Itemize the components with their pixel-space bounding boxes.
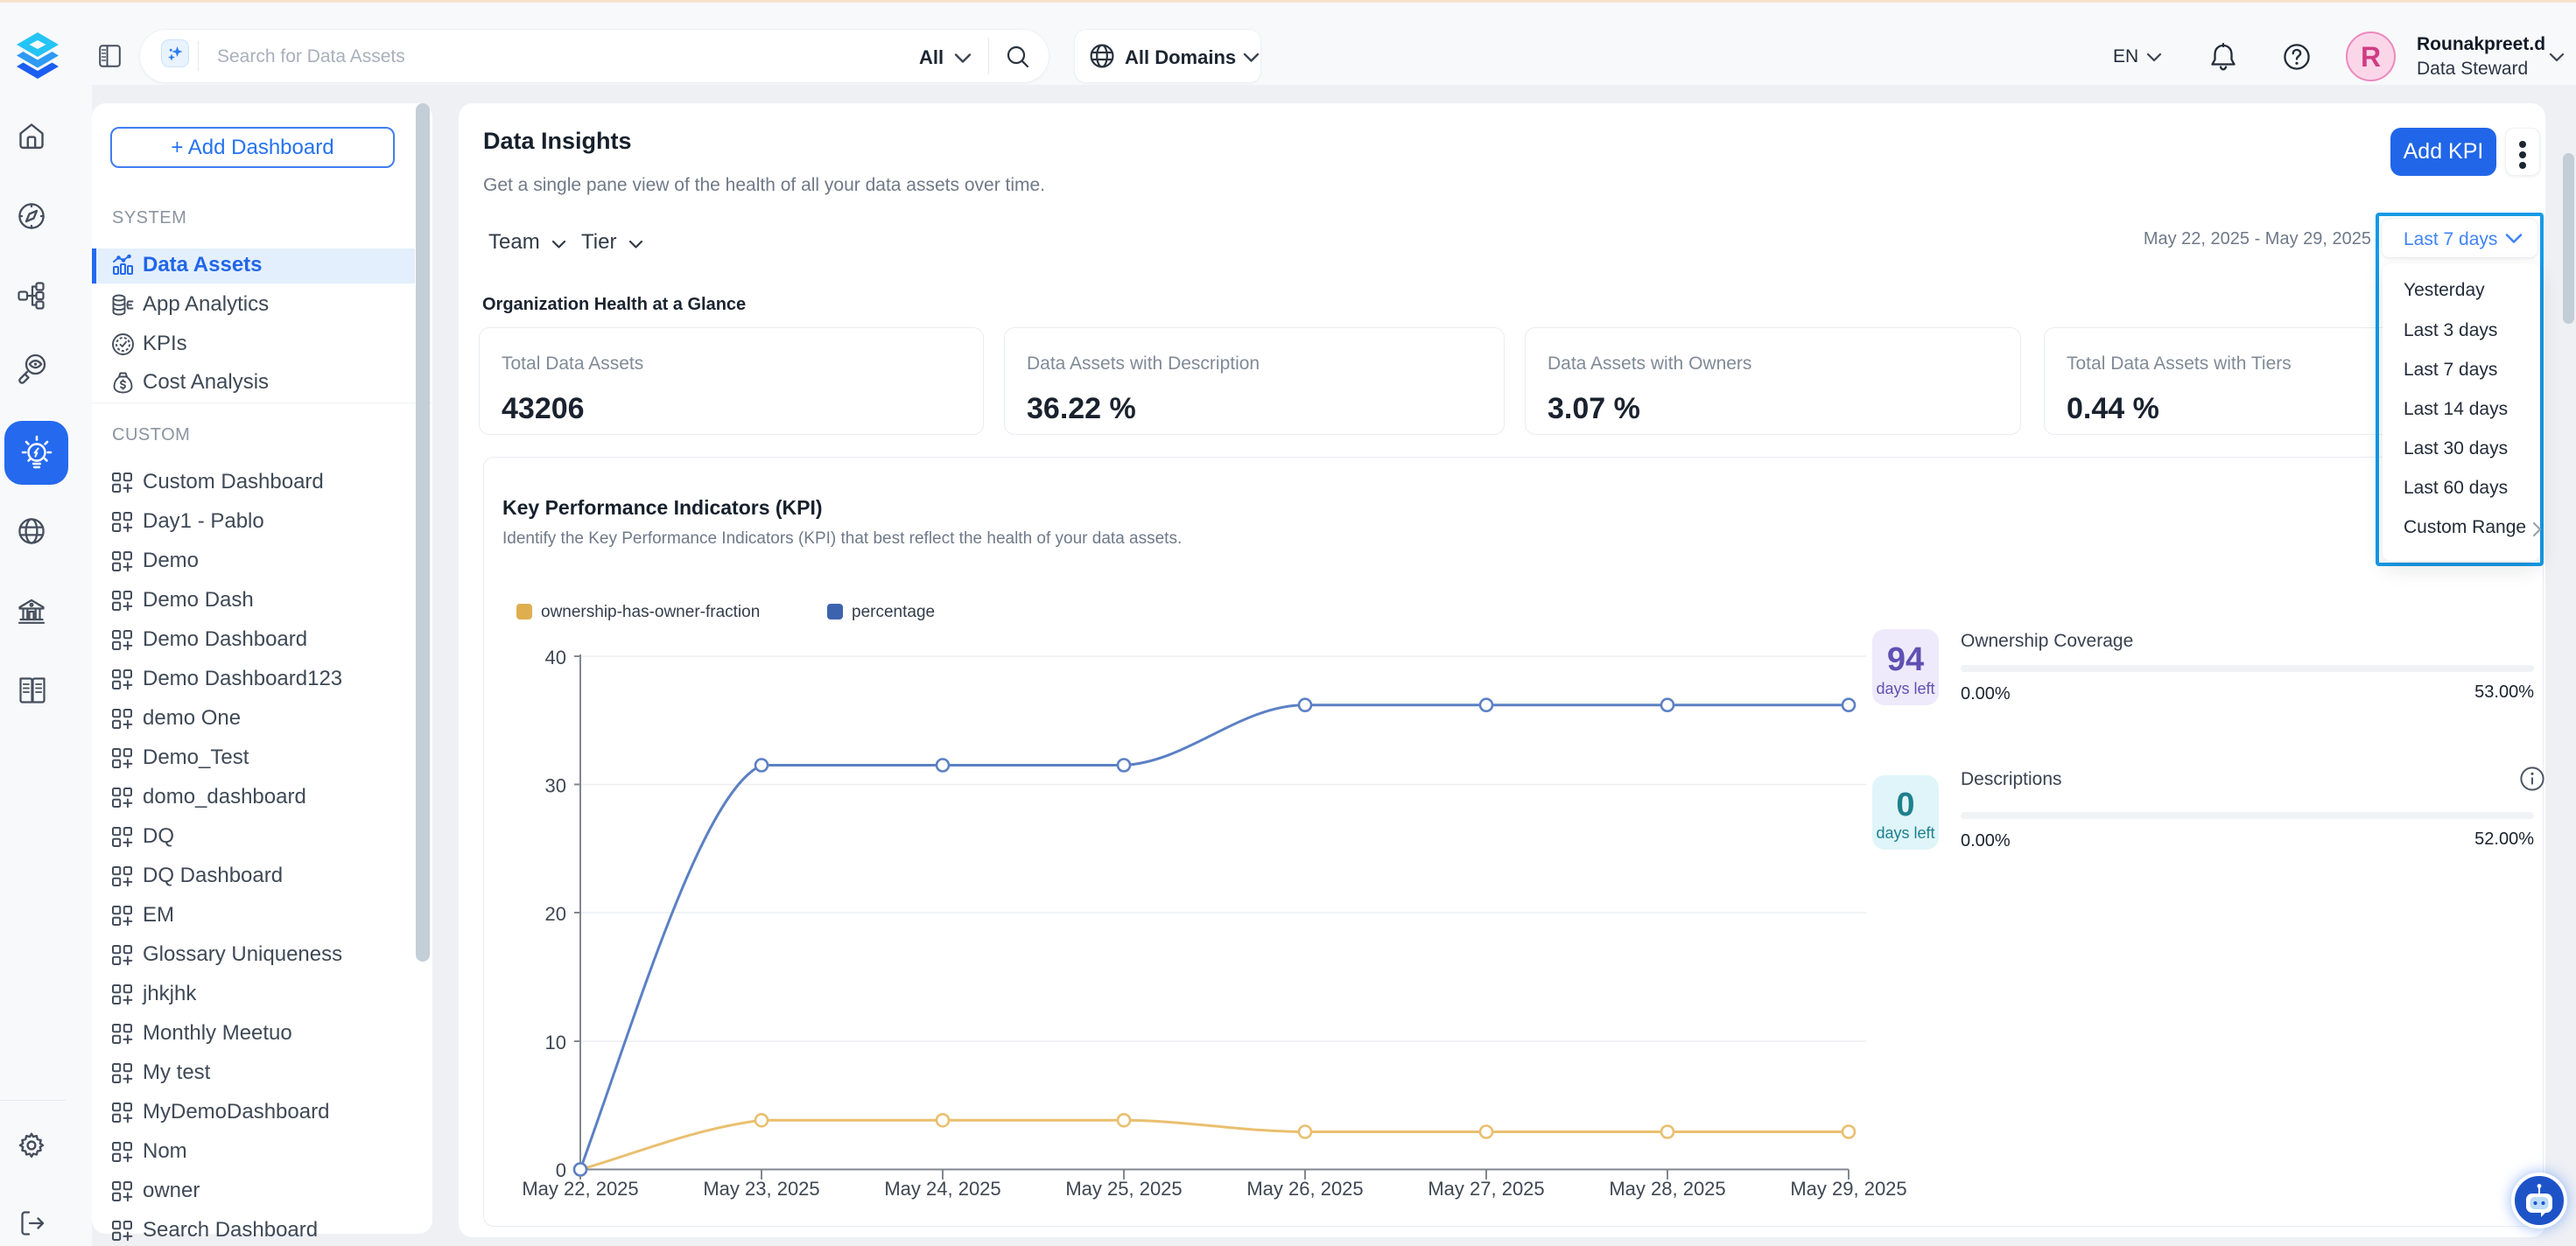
svg-text:May 27, 2025: May 27, 2025 [1428, 1178, 1544, 1200]
svg-text:May 22, 2025: May 22, 2025 [522, 1178, 638, 1200]
svg-text:May 23, 2025: May 23, 2025 [703, 1178, 819, 1200]
svg-text:May 24, 2025: May 24, 2025 [884, 1178, 1000, 1200]
svg-text:May 26, 2025: May 26, 2025 [1246, 1178, 1363, 1200]
svg-text:May 28, 2025: May 28, 2025 [1609, 1178, 1725, 1200]
svg-text:20: 20 [545, 903, 566, 925]
svg-text:30: 30 [545, 775, 566, 797]
svg-text:40: 40 [545, 647, 566, 668]
svg-text:10: 10 [545, 1032, 566, 1054]
svg-text:May 29, 2025: May 29, 2025 [1790, 1178, 1906, 1200]
svg-text:May 25, 2025: May 25, 2025 [1065, 1178, 1182, 1200]
